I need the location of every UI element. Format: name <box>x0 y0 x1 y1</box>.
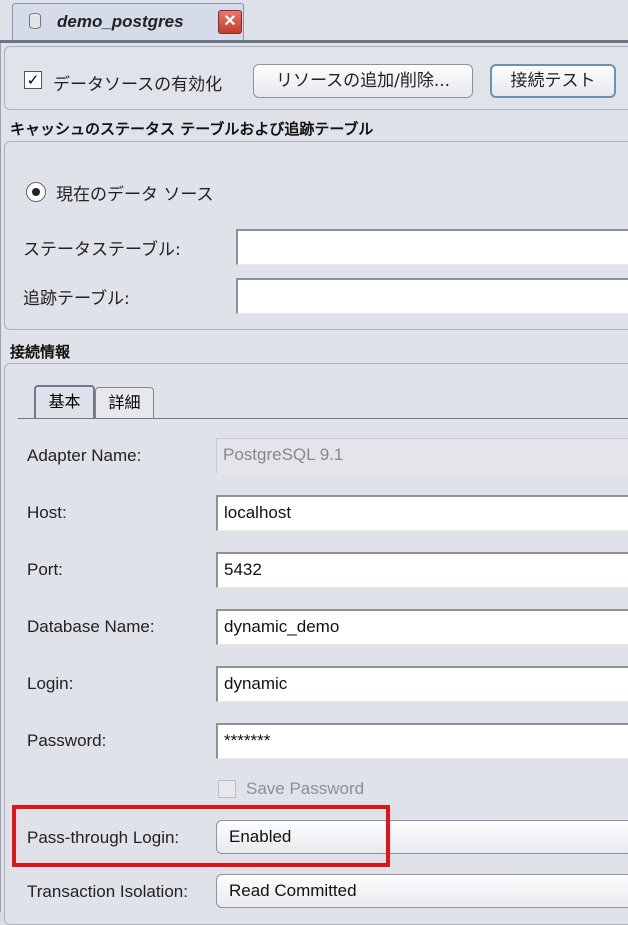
cache-section-title: キャッシュのステータス テーブルおよび追跡テーブル <box>10 120 374 138</box>
enable-datasource-checkbox[interactable]: ✓ <box>24 71 42 89</box>
enable-datasource-label: データソースの有効化 <box>53 75 223 95</box>
highlight-box <box>12 805 390 867</box>
login-label: Login: <box>27 674 74 693</box>
save-password-label: Save Password <box>246 779 365 798</box>
add-remove-resources-button[interactable]: リソースの追加/削除... <box>253 64 473 98</box>
transaction-isolation-label: Transaction Isolation: <box>27 882 188 901</box>
close-icon[interactable]: ✕ <box>218 10 242 34</box>
tracking-table-label: 追跡テーブル: <box>23 289 130 309</box>
database-icon <box>29 13 41 29</box>
transaction-isolation-select[interactable]: Read Committed <box>216 874 628 908</box>
host-label: Host: <box>27 503 67 522</box>
login-input[interactable]: dynamic <box>216 666 628 702</box>
password-input[interactable]: ******* <box>216 723 628 759</box>
port-input[interactable]: 5432 <box>216 552 628 588</box>
test-connection-button[interactable]: 接続テスト <box>490 64 616 98</box>
tab-panel-border <box>18 418 628 419</box>
tab-advanced[interactable]: 詳細 <box>95 387 154 419</box>
document-tab[interactable]: demo_postgres ✕ <box>12 3 244 40</box>
tab-basic[interactable]: 基本 <box>34 385 95 419</box>
status-table-label: ステータステーブル: <box>23 240 181 260</box>
radio-selected-dot <box>32 188 40 196</box>
password-label: Password: <box>27 731 107 750</box>
status-table-input[interactable] <box>236 229 628 265</box>
database-name-input[interactable]: dynamic_demo <box>216 609 628 645</box>
save-password-checkbox <box>218 780 236 798</box>
tracking-table-input[interactable] <box>236 278 628 314</box>
document-tab-title: demo_postgres <box>57 12 184 31</box>
database-name-label: Database Name: <box>27 617 155 636</box>
current-datasource-label: 現在のデータ ソース <box>56 185 214 205</box>
adapter-name-field: PostgreSQL 9.1 <box>216 438 628 474</box>
adapter-name-label: Adapter Name: <box>27 446 142 465</box>
connection-section-title: 接続情報 <box>10 343 71 361</box>
port-label: Port: <box>27 560 63 579</box>
current-datasource-radio[interactable] <box>26 182 46 202</box>
host-input[interactable]: localhost <box>216 495 628 531</box>
